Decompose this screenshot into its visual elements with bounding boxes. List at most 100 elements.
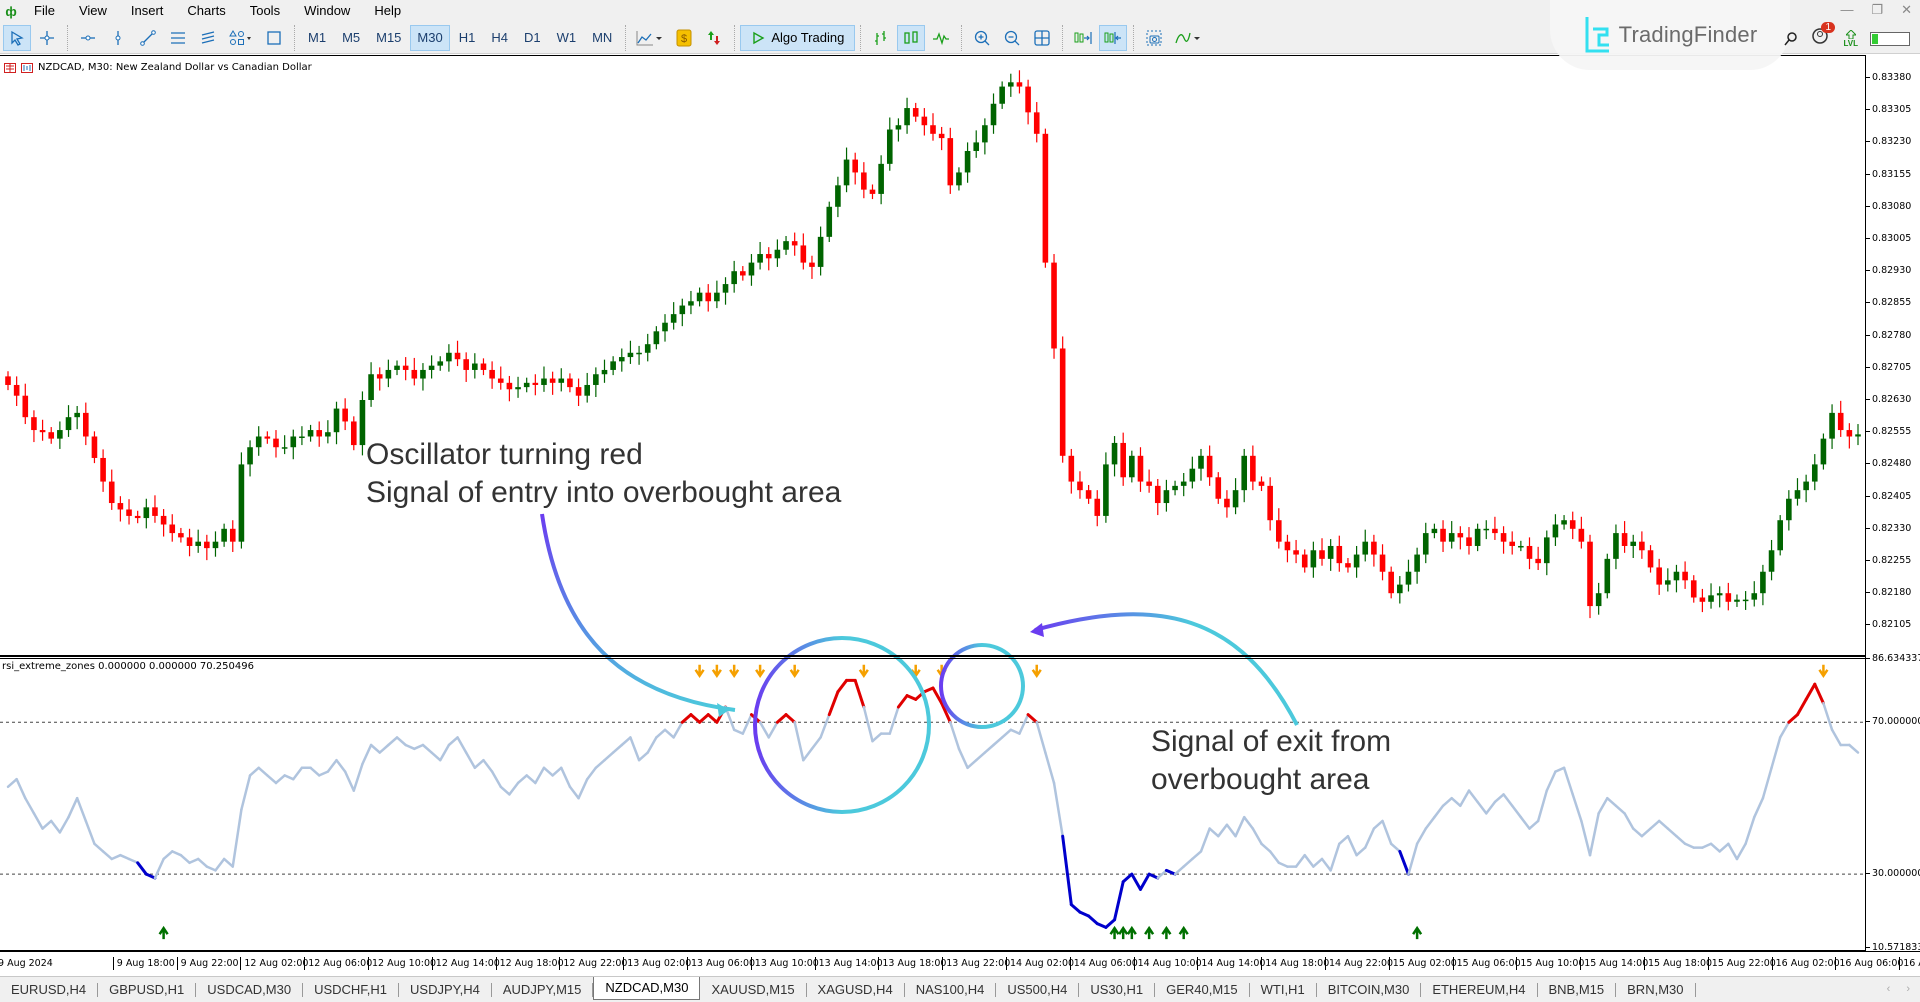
- rsi-segment: [1113, 880, 1125, 922]
- timeframe-m5[interactable]: M5: [335, 25, 367, 51]
- candle-body: [1483, 528, 1490, 531]
- auto-scroll-button[interactable]: [1069, 25, 1097, 51]
- rsi-segment: [1571, 793, 1583, 823]
- chart-tab[interactable]: ETHEREUM,H4: [1421, 982, 1538, 997]
- screenshot-button[interactable]: [1140, 25, 1168, 51]
- timeframe-m1[interactable]: M1: [301, 25, 333, 51]
- rsi-segment: [1467, 789, 1479, 804]
- cursor-tool-button[interactable]: [3, 24, 31, 51]
- menu-help[interactable]: Help: [362, 0, 413, 22]
- menu-charts[interactable]: Charts: [175, 0, 237, 22]
- rectangle-button[interactable]: [260, 25, 288, 51]
- menu-insert[interactable]: Insert: [119, 0, 176, 22]
- fibonacci-icon: [201, 30, 215, 44]
- chart-tab[interactable]: AUDJPY,M15: [492, 982, 594, 997]
- candle-body: [394, 365, 400, 370]
- trading-button[interactable]: $: [670, 25, 698, 51]
- close-icon[interactable]: ✕: [1901, 2, 1912, 18]
- zoom-in-button[interactable]: [968, 25, 996, 51]
- chart-type-button[interactable]: [632, 25, 668, 51]
- chart-tab[interactable]: US30,H1: [1079, 982, 1156, 997]
- menu-window[interactable]: Window: [292, 0, 362, 22]
- rsi-segment: [516, 774, 528, 785]
- chart-tab[interactable]: BRN,M30: [1616, 982, 1696, 997]
- menu-view[interactable]: View: [67, 0, 119, 22]
- depth-of-market-icon[interactable]: [21, 62, 33, 73]
- rsi-segment: [1606, 796, 1618, 808]
- restore-icon[interactable]: ❐: [1871, 2, 1883, 18]
- chart-tab[interactable]: USDCHF,H1: [303, 982, 400, 997]
- buy-sell-button[interactable]: [700, 25, 728, 51]
- chart-canvas[interactable]: [0, 55, 1866, 951]
- chart-tab[interactable]: NZDCAD,M30: [593, 976, 701, 1000]
- zoom-out-button[interactable]: [998, 25, 1026, 51]
- price-axis[interactable]: 0.83380 0.83305 0.83230 0.83155 0.83080 0.830…: [1866, 55, 1920, 953]
- candle-body: [1327, 545, 1334, 559]
- timeframe-h4[interactable]: H4: [484, 25, 515, 51]
- chart-tab[interactable]: USDCAD,M30: [196, 982, 304, 997]
- scroll-left-icon[interactable]: ‹: [1887, 983, 1891, 995]
- candle-body: [567, 378, 573, 388]
- notifications-button[interactable]: 1: [1811, 22, 1836, 51]
- chart-tab[interactable]: GBPUSD,H1: [98, 982, 197, 997]
- rsi-segment: [871, 732, 883, 743]
- candlestick-button[interactable]: [897, 24, 926, 51]
- shapes-button[interactable]: [224, 25, 258, 51]
- level-indicator[interactable]: LVL: [1843, 29, 1858, 48]
- trendline-button[interactable]: [134, 25, 162, 51]
- horizontal-line-button[interactable]: [74, 25, 102, 51]
- timeframe-m30[interactable]: M30: [410, 24, 450, 51]
- rsi-segment: [248, 766, 260, 777]
- chart-tab[interactable]: BNB,M15: [1538, 982, 1617, 997]
- candle-body: [506, 382, 513, 390]
- channel-button[interactable]: [164, 25, 192, 51]
- candle-body: [1051, 262, 1057, 349]
- chart-tab[interactable]: WTI,H1: [1250, 982, 1317, 997]
- scroll-right-icon[interactable]: ›: [1906, 983, 1910, 995]
- chart-tab[interactable]: XAGUSD,H4: [807, 982, 905, 997]
- separator: [67, 24, 68, 51]
- entry-annotation-line1: Oscillator turning red: [366, 438, 643, 471]
- chart-tab[interactable]: US500,H4: [996, 982, 1080, 997]
- rsi-segment: [283, 774, 295, 781]
- time-axis[interactable]: 9 Aug 2024 9 Aug 18:00 9 Aug 22:00 12 Aug 0…: [0, 951, 1920, 973]
- candle-body: [134, 515, 141, 519]
- candle-body: [748, 262, 755, 276]
- chart-tab[interactable]: EURUSD,H4: [0, 982, 99, 997]
- candle-body: [178, 533, 184, 538]
- bar-chart-button[interactable]: [867, 25, 895, 51]
- fibonacci-button[interactable]: [194, 25, 222, 51]
- timeframe-mn[interactable]: MN: [585, 25, 619, 51]
- algo-trading-button[interactable]: Algo Trading: [740, 24, 856, 51]
- chart-tab[interactable]: NAS100,H4: [905, 982, 997, 997]
- level-up-icon: [1845, 29, 1856, 39]
- candlestick-icon: [904, 30, 918, 44]
- one-click-trading-icon[interactable]: [4, 62, 16, 73]
- vertical-line-button[interactable]: [104, 25, 132, 51]
- rsi-segment: [646, 736, 658, 754]
- timeframe-h1[interactable]: H1: [452, 25, 483, 51]
- timeframe-m15[interactable]: M15: [369, 25, 408, 51]
- menu-tools[interactable]: Tools: [238, 0, 292, 22]
- chart-tab[interactable]: USDJPY,H4: [399, 982, 492, 997]
- timeframe-d1[interactable]: D1: [517, 25, 548, 51]
- menu-file[interactable]: File: [22, 0, 67, 22]
- search-icon[interactable]: [1783, 31, 1799, 47]
- rsi-segment: [1173, 865, 1185, 876]
- indicators-button[interactable]: [1170, 25, 1206, 51]
- chart-shift-button[interactable]: [1099, 24, 1128, 51]
- chart-tab[interactable]: GER40,M15: [1155, 982, 1250, 997]
- crosshair-button[interactable]: [33, 25, 61, 51]
- candle-body: [1077, 481, 1083, 491]
- rsi-segment: [1182, 857, 1194, 868]
- candle-body: [1397, 584, 1403, 594]
- rsi-segment: [1666, 827, 1678, 838]
- chart-tab[interactable]: BITCOIN,M30: [1317, 982, 1422, 997]
- line-chart-button[interactable]: [927, 25, 955, 51]
- rsi-segment: [1580, 819, 1592, 857]
- tile-windows-button[interactable]: [1028, 25, 1056, 51]
- minimize-icon[interactable]: —: [1840, 2, 1853, 18]
- chart-tab[interactable]: XAUUSD,M15: [700, 982, 807, 997]
- pane-separator[interactable]: [0, 655, 1866, 659]
- timeframe-w1[interactable]: W1: [550, 25, 584, 51]
